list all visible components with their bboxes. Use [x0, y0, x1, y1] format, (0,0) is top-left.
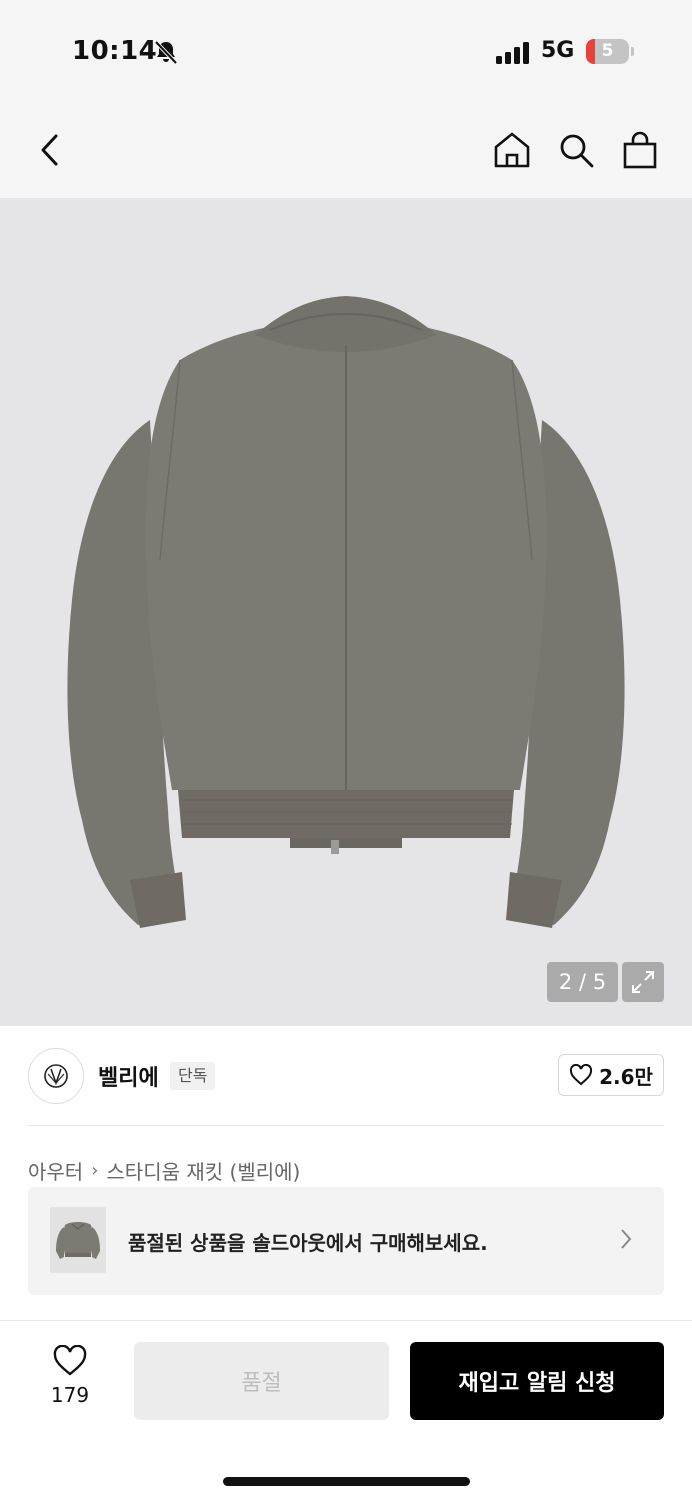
- breadcrumb-product: 스타디움 재킷 (벨리에): [106, 1160, 301, 1184]
- expand-icon: [632, 971, 654, 993]
- exclusive-badge: 단독: [170, 1062, 216, 1090]
- product-image-carousel[interactable]: 2 / 5: [0, 198, 692, 1026]
- battery-icon: 5: [586, 39, 634, 64]
- restock-alert-button[interactable]: 재입고 알림 신청: [410, 1342, 664, 1420]
- search-button[interactable]: [556, 128, 596, 172]
- heart-icon: [53, 1345, 87, 1376]
- status-bar: 10:14 5G 5: [0, 0, 692, 100]
- breadcrumb-category[interactable]: 아우터: [28, 1156, 83, 1185]
- brand-like-button[interactable]: 2.6만: [558, 1054, 664, 1096]
- breadcrumb: 아우터 › 스타디움 재킷 (벨리에): [28, 1156, 300, 1185]
- home-button[interactable]: [492, 128, 532, 172]
- search-icon: [560, 134, 594, 168]
- divider: [28, 1125, 664, 1126]
- status-time: 10:14: [72, 36, 158, 66]
- breadcrumb-separator-icon: ›: [91, 1160, 99, 1181]
- brand-row: 벨리에 단독 2.6만: [0, 1026, 692, 1126]
- wish-count: 179: [50, 1383, 90, 1407]
- brand-logo[interactable]: [28, 1048, 84, 1104]
- top-zone: 10:14 5G 5: [0, 0, 692, 198]
- cart-button[interactable]: [620, 128, 660, 172]
- wish-button[interactable]: 179: [36, 1345, 104, 1425]
- image-pager: 2 / 5: [547, 962, 618, 1002]
- expand-button[interactable]: [622, 962, 664, 1002]
- home-icon: [494, 132, 530, 168]
- chevron-right-icon: [621, 1229, 632, 1249]
- network-type: 5G: [541, 38, 575, 63]
- back-icon: [41, 134, 58, 166]
- soldout-button: 품절: [134, 1342, 389, 1420]
- home-indicator: [223, 1477, 470, 1486]
- back-button[interactable]: [30, 128, 70, 172]
- product-image: [67, 296, 625, 928]
- shopping-bag-icon: [623, 131, 657, 169]
- brand-logo-icon: [44, 1064, 68, 1088]
- brand-name[interactable]: 벨리에: [98, 1060, 159, 1092]
- signal-icon: [496, 42, 529, 64]
- soldout-banner[interactable]: 품절된 상품을 솔드아웃에서 구매해보세요.: [28, 1187, 664, 1295]
- banner-thumbnail: [50, 1207, 106, 1273]
- heart-icon: [570, 1064, 593, 1086]
- battery-level: 5: [601, 41, 614, 61]
- soldout-banner-text: 품절된 상품을 솔드아웃에서 구매해보세요.: [128, 1231, 488, 1255]
- nav-bar: [0, 100, 692, 198]
- bottom-action-bar: 179 품절 재입고 알림 신청: [0, 1320, 692, 1500]
- brand-like-count: 2.6만: [599, 1064, 653, 1089]
- bell-muted-icon: [154, 40, 178, 65]
